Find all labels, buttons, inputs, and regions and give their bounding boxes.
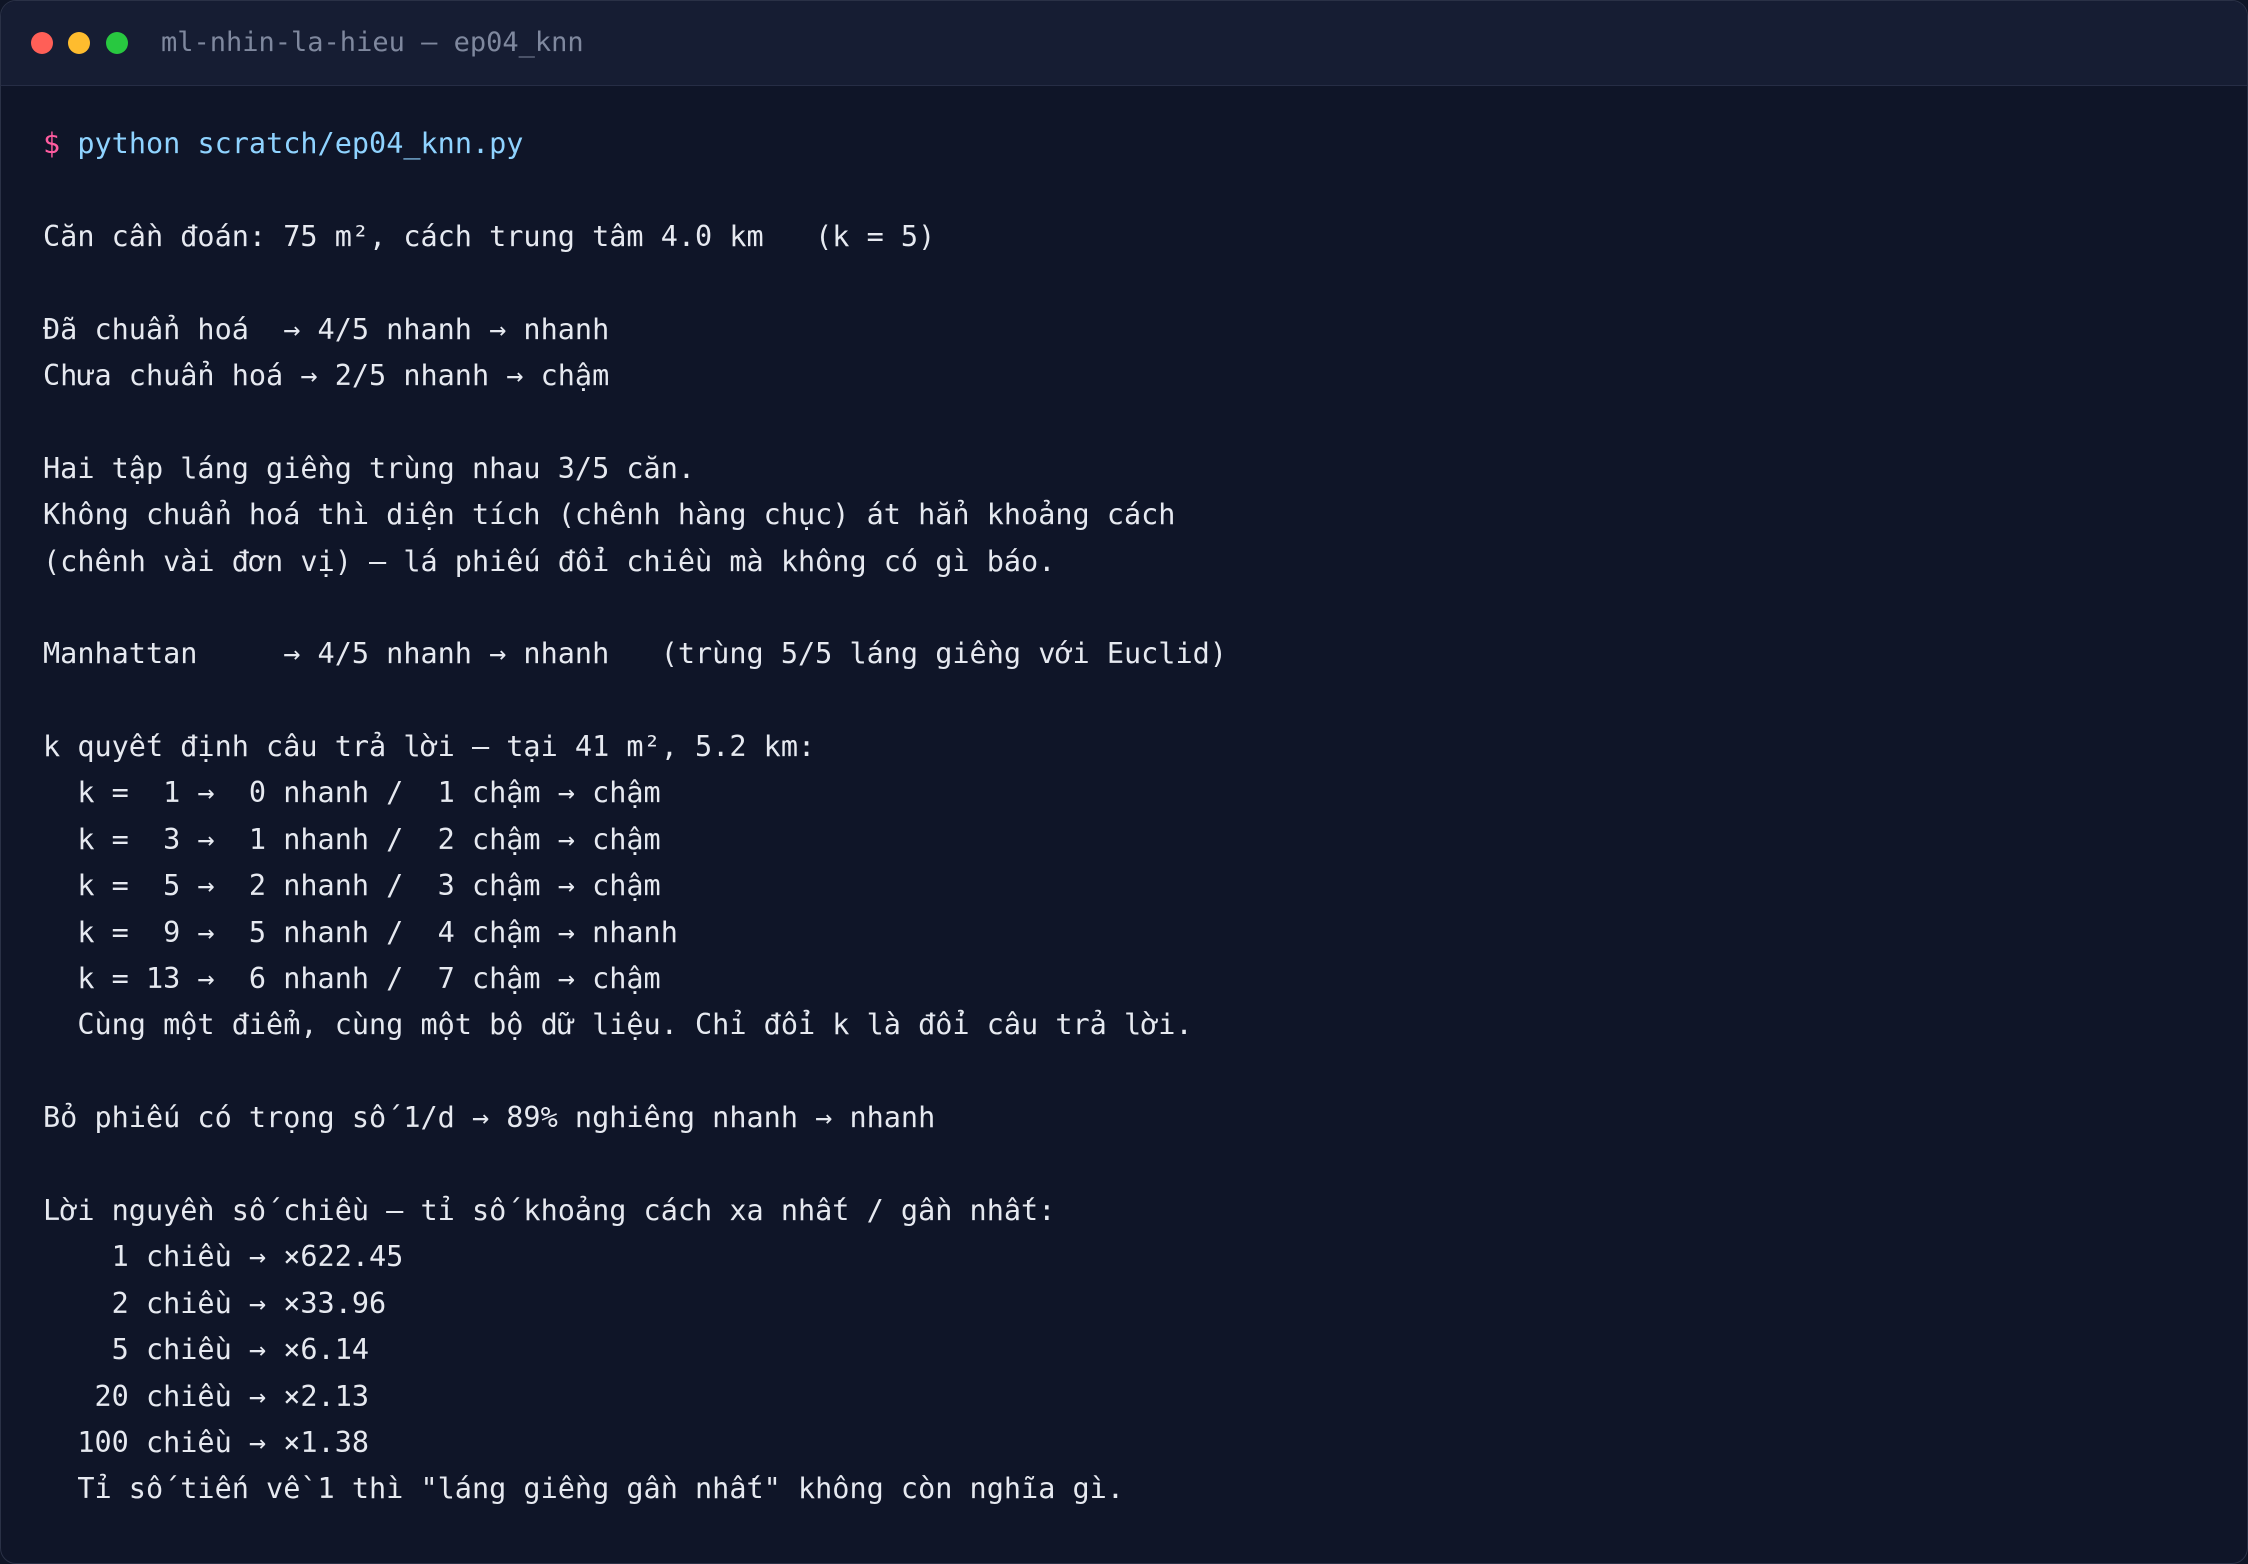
- minimize-window-button[interactable]: [68, 32, 90, 54]
- output-line: k = 5 → 2 nhanh / 3 chậm → chậm: [43, 869, 661, 903]
- output-line: 20 chiều → ×2.13: [43, 1379, 370, 1413]
- terminal-window: ml-nhin-la-hieu — ep04_knn $ python scra…: [0, 0, 2248, 1564]
- terminal-output[interactable]: $ python scratch/ep04_knn.py Căn cần đoá…: [43, 121, 2205, 1513]
- output-line: Lời nguyền số chiều — tỉ số khoảng cách …: [43, 1193, 1056, 1227]
- close-window-button[interactable]: [31, 32, 53, 54]
- prompt-symbol: $: [43, 127, 61, 160]
- command-text: python scratch/ep04_knn.py: [77, 127, 524, 160]
- output-line: Cùng một điểm, cùng một bộ dữ liệu. Chỉ …: [43, 1008, 1193, 1042]
- title-bar: ml-nhin-la-hieu — ep04_knn: [1, 1, 2247, 86]
- output-line: Tỉ số tiến về 1 thì "láng giềng gần nhất…: [43, 1472, 1124, 1506]
- output-line: 5 chiều → ×6.14: [43, 1333, 370, 1367]
- output-line: 2 chiều → ×33.96: [43, 1286, 387, 1320]
- output-line: Đã chuẩn hoá → 4/5 nhanh → nhanh: [43, 312, 610, 346]
- output-block: Căn cần đoán: 75 m², cách trung tâm 4.0 …: [43, 167, 2205, 1512]
- window-title: ml-nhin-la-hieu — ep04_knn: [161, 27, 584, 58]
- command-line: $ python scratch/ep04_knn.py: [43, 121, 2205, 167]
- output-line: k = 13 → 6 nhanh / 7 chậm → chậm: [43, 962, 661, 996]
- output-line: 1 chiều → ×622.45: [43, 1240, 404, 1274]
- output-line: Hai tập láng giềng trùng nhau 3/5 căn.: [43, 451, 696, 485]
- maximize-window-button[interactable]: [106, 32, 128, 54]
- output-line: k = 1 → 0 nhanh / 1 chậm → chậm: [43, 776, 661, 810]
- output-line: (chênh vài đơn vị) — lá phiếu đổi chiều …: [43, 544, 1056, 578]
- output-line: Chưa chuẩn hoá → 2/5 nhanh → chậm: [43, 358, 610, 392]
- output-line: k = 9 → 5 nhanh / 4 chậm → nhanh: [43, 915, 678, 949]
- output-line: Không chuẩn hoá thì diện tích (chênh hàn…: [43, 498, 1176, 532]
- output-line: k quyết định câu trả lời — tại 41 m², 5.…: [43, 730, 816, 764]
- output-line: Manhattan → 4/5 nhanh → nhanh (trùng 5/5…: [43, 637, 1227, 671]
- output-line: Căn cần đoán: 75 m², cách trung tâm 4.0 …: [43, 219, 936, 253]
- output-line: k = 3 → 1 nhanh / 2 chậm → chậm: [43, 822, 661, 856]
- output-line: Bỏ phiếu có trọng số 1/d → 89% nghiêng n…: [43, 1101, 936, 1135]
- output-line: 100 chiều → ×1.38: [43, 1425, 370, 1459]
